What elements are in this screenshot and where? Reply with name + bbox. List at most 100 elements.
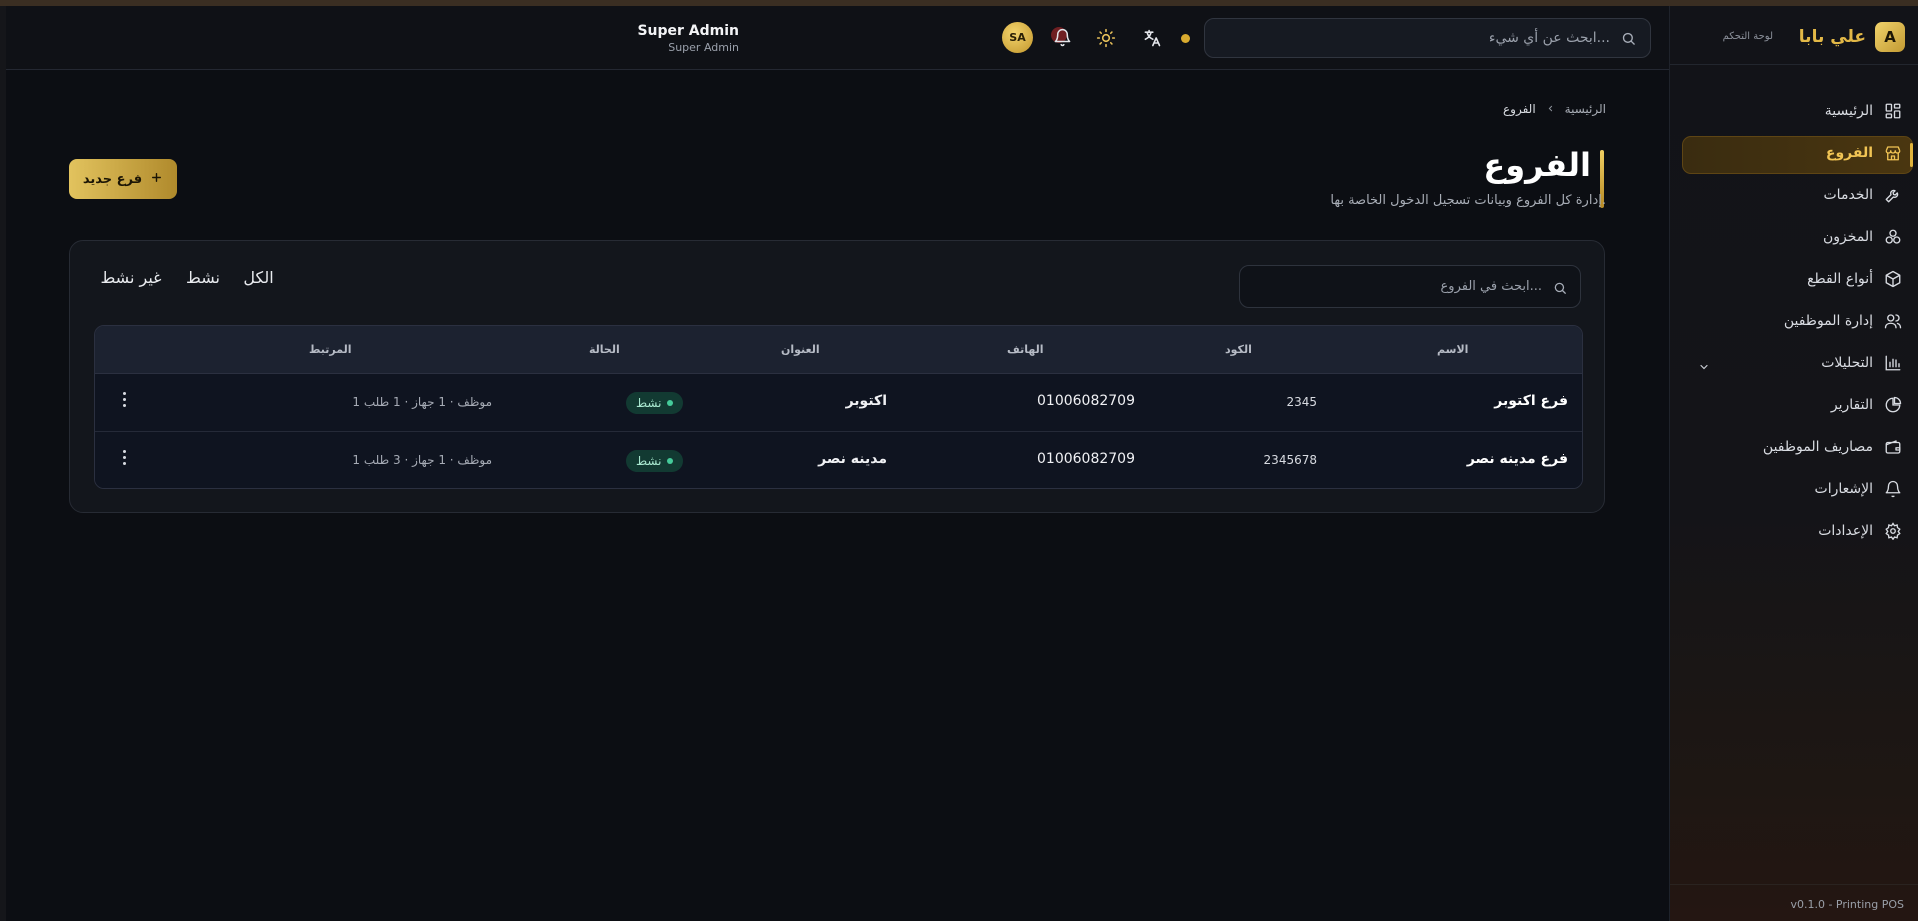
sidebar-item-home[interactable]: الرئيسية: [1670, 92, 1918, 134]
brand-name: علي بابا: [1798, 27, 1866, 47]
top-header: ابحث عن أي شيء... SA Super Admin Super A…: [6, 6, 1669, 70]
table-row[interactable]: فرع مدينه نصر 2345678 01006082709 مدينه …: [95, 431, 1582, 488]
filter-active[interactable]: نشط: [178, 268, 228, 304]
cell-related: 1 موظف · 1 جهاز · 3 طلب: [352, 453, 492, 467]
status-dot: [667, 458, 674, 464]
wrench-icon: [1884, 186, 1904, 206]
row-actions-icon[interactable]: [121, 392, 127, 410]
app-version: v0.1.0 - Printing POS: [1790, 898, 1904, 911]
column-header-address[interactable]: العنوان: [781, 343, 820, 356]
sidebar-item-label: أنواع القطع: [1807, 271, 1873, 287]
row-actions-icon[interactable]: [121, 450, 127, 468]
global-search-placeholder: ابحث عن أي شيء...: [1488, 30, 1610, 46]
users-icon: [1884, 312, 1904, 332]
status-label: نشط: [636, 454, 662, 468]
cell-address: اكتوبر: [845, 393, 887, 409]
column-header-code[interactable]: الكود: [1225, 343, 1252, 356]
sidebar-divider: [1670, 64, 1918, 65]
sidebar-item-label: الخدمات: [1823, 187, 1874, 203]
status-filter-tabs: الكل نشط غير نشط: [93, 268, 293, 304]
filter-inactive[interactable]: غير نشط: [93, 268, 169, 304]
notifications-button[interactable]: [1051, 27, 1073, 49]
column-header-status[interactable]: الحالة: [589, 343, 620, 356]
sidebar-item-reports[interactable]: التقارير: [1670, 386, 1918, 428]
breadcrumb-home[interactable]: الرئيسية: [1565, 102, 1606, 116]
column-header-name[interactable]: الاسم: [1437, 343, 1468, 356]
sidebar-item-label: الرئيسية: [1824, 103, 1873, 119]
active-indicator: [1910, 143, 1913, 167]
sidebar-nav: الرئيسية الفروع الخدمات المخزون أنواع ال…: [1670, 92, 1918, 554]
sidebar-footer-divider: [1670, 884, 1918, 885]
sidebar-item-label: التحليلات: [1821, 355, 1873, 371]
branch-search-input[interactable]: ابحث في الفروع...: [1239, 265, 1581, 308]
cell-address: مدينه نصر: [818, 451, 887, 467]
cell-code: 2345: [1286, 395, 1317, 409]
bar-chart-icon: [1884, 354, 1904, 374]
search-icon: [1553, 280, 1567, 299]
sidebar: A علي بابا لوحة التحكم الرئيسية الفروع ا…: [1669, 6, 1918, 921]
new-branch-button[interactable]: فرع جديد: [69, 159, 177, 199]
search-icon: [1621, 31, 1636, 50]
breadcrumb-current: الفروع: [1503, 102, 1536, 116]
package-icon: [1884, 270, 1904, 290]
sidebar-item-label: الإعدادات: [1818, 523, 1873, 539]
theme-toggle-icon[interactable]: [1096, 28, 1116, 52]
status-badge: نشط: [626, 450, 684, 472]
status-badge: نشط: [626, 392, 684, 414]
dashboard-icon: [1884, 102, 1904, 122]
column-header-related[interactable]: المرتبط: [309, 343, 352, 356]
status-label: نشط: [636, 396, 662, 410]
sidebar-item-part-types[interactable]: أنواع القطع: [1670, 260, 1918, 302]
sidebar-item-label: المخزون: [1822, 229, 1873, 245]
table-row[interactable]: فرع اكتوبر 2345 01006082709 اكتوبر نشط 1…: [95, 374, 1582, 431]
bell-icon: [1884, 480, 1904, 500]
translate-icon[interactable]: [1142, 28, 1162, 52]
cell-name: فرع اكتوبر: [1494, 393, 1568, 409]
brand-subtitle: لوحة التحكم: [1722, 31, 1773, 42]
filter-all[interactable]: الكل: [235, 268, 282, 304]
page-subtitle: إدارة كل الفروع وبيانات تسجيل الدخول الخ…: [1330, 193, 1606, 208]
sidebar-item-notifications[interactable]: الإشعارات: [1670, 470, 1918, 512]
connection-status-dot: [1181, 34, 1190, 43]
cell-code: 2345678: [1263, 453, 1317, 467]
page-title: الفروع: [1483, 146, 1591, 184]
global-search-input[interactable]: ابحث عن أي شيء...: [1204, 18, 1651, 58]
avatar[interactable]: SA: [1002, 22, 1033, 53]
sidebar-item-analytics[interactable]: التحليلات: [1670, 344, 1918, 386]
store-icon: [1884, 144, 1904, 164]
cell-phone: 01006082709: [1037, 451, 1135, 467]
sidebar-item-label: إدارة الموظفين: [1783, 313, 1873, 329]
cell-phone: 01006082709: [1037, 393, 1135, 409]
sidebar-item-staff[interactable]: إدارة الموظفين: [1670, 302, 1918, 344]
new-branch-label: فرع جديد: [82, 171, 143, 187]
window-left-edge: [0, 6, 6, 921]
sidebar-item-staff-expenses[interactable]: مصاريف الموظفين: [1670, 428, 1918, 470]
user-role: Super Admin: [668, 41, 739, 54]
sidebar-item-label: مصاريف الموظفين: [1762, 439, 1873, 455]
breadcrumb: الفروع الرئيسية: [1503, 102, 1606, 116]
gear-icon: [1884, 522, 1904, 542]
table-header: الاسم الكود الهاتف العنوان الحالة المرتب…: [95, 326, 1582, 374]
branches-card: ابحث في الفروع... الكل نشط غير نشط الاسم…: [69, 240, 1605, 513]
wallet-icon: [1884, 438, 1904, 458]
user-name: Super Admin: [637, 23, 739, 39]
cell-name: فرع مدينه نصر: [1466, 451, 1568, 467]
sidebar-item-settings[interactable]: الإعدادات: [1670, 512, 1918, 554]
status-dot: [667, 400, 674, 406]
pie-chart-icon: [1884, 396, 1904, 416]
boxes-icon: [1884, 228, 1904, 248]
chevron-left-icon: [1546, 102, 1555, 116]
bell-icon: [1054, 28, 1071, 47]
sidebar-item-services[interactable]: الخدمات: [1670, 176, 1918, 218]
user-info[interactable]: Super Admin Super Admin: [637, 23, 739, 54]
sidebar-item-branches[interactable]: الفروع: [1670, 134, 1918, 176]
app-logo[interactable]: A: [1875, 22, 1905, 52]
column-header-phone[interactable]: الهاتف: [1007, 343, 1044, 356]
plus-icon: [150, 171, 163, 188]
cell-related: 1 موظف · 1 جهاز · 1 طلب: [352, 395, 492, 409]
sidebar-item-inventory[interactable]: المخزون: [1670, 218, 1918, 260]
sidebar-item-label: التقارير: [1830, 397, 1873, 413]
chevron-down-icon[interactable]: [1698, 358, 1710, 377]
branch-search-placeholder: ابحث في الفروع...: [1440, 279, 1542, 294]
sidebar-item-label: الإشعارات: [1814, 481, 1873, 497]
